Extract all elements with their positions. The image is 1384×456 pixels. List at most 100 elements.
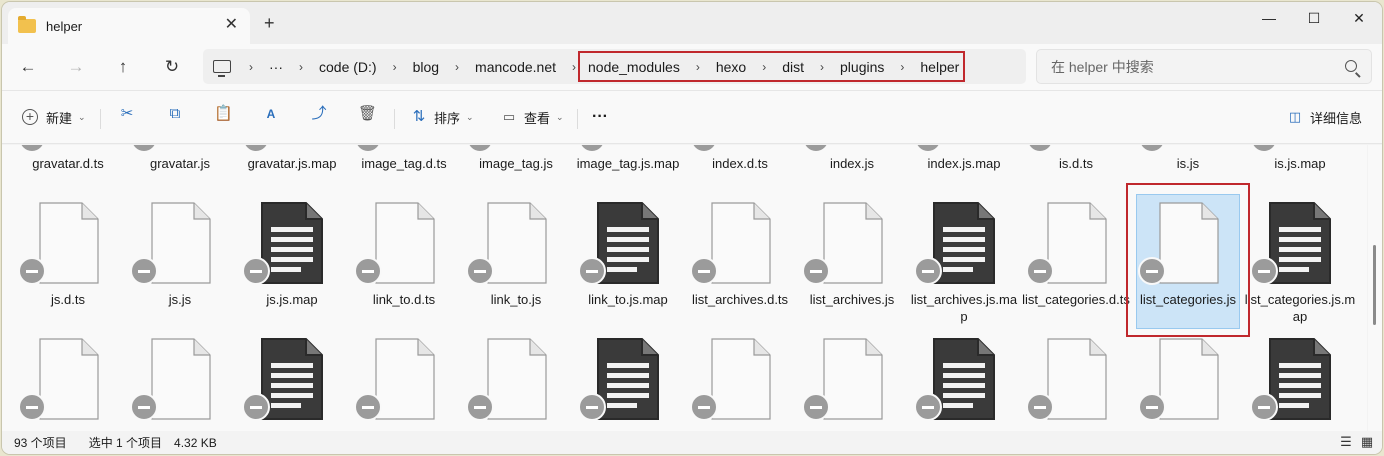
file-item[interactable] bbox=[908, 331, 1020, 431]
forward-button[interactable]: → bbox=[64, 55, 88, 79]
new-button[interactable]: + 新建 ⌄ bbox=[22, 105, 86, 129]
file-item[interactable] bbox=[1020, 331, 1132, 431]
chevron-right-icon[interactable]: › bbox=[455, 60, 459, 74]
tab-helper[interactable]: helper ✕ bbox=[8, 8, 250, 44]
file-item[interactable]: index.js.map bbox=[908, 145, 1020, 193]
refresh-button[interactable]: ↻ bbox=[160, 55, 184, 79]
details-view-icon[interactable]: ☰ bbox=[1338, 434, 1354, 450]
file-item[interactable] bbox=[460, 331, 572, 431]
back-button[interactable]: ← bbox=[16, 55, 40, 79]
file-item[interactable]: list_archives.d.ts bbox=[684, 195, 796, 335]
vertical-scrollbar[interactable] bbox=[1368, 145, 1382, 431]
close-tab-icon[interactable]: ✕ bbox=[225, 17, 238, 33]
breadcrumb-ellipsis[interactable]: ··· bbox=[269, 59, 283, 75]
sort-label: 排序 bbox=[434, 110, 461, 126]
unsynced-badge-icon bbox=[466, 257, 494, 285]
file-item[interactable]: image_tag.d.ts bbox=[348, 145, 460, 193]
file-name: link_to.js.map bbox=[588, 292, 668, 307]
unsynced-badge-icon bbox=[18, 257, 46, 285]
sort-button[interactable]: ⇅ 排序 ⌄ bbox=[410, 105, 474, 129]
file-item[interactable]: gravatar.js.map bbox=[236, 145, 348, 193]
breadcrumb-item[interactable]: helper bbox=[920, 59, 959, 75]
details-pane-button[interactable]: ◫ 详细信息 bbox=[1286, 105, 1362, 129]
file-item[interactable]: index.js bbox=[796, 145, 908, 193]
breadcrumb-item[interactable]: hexo bbox=[716, 59, 746, 75]
chevron-down-icon: ⌄ bbox=[556, 111, 564, 122]
file-item[interactable]: gravatar.js bbox=[124, 145, 236, 193]
file-item[interactable] bbox=[124, 331, 236, 431]
file-item[interactable]: js.js.map bbox=[236, 195, 348, 335]
up-button[interactable]: ↑ bbox=[111, 55, 135, 79]
file-item[interactable]: list_archives.js.map bbox=[908, 195, 1020, 335]
file-item[interactable]: list_categories.d.ts bbox=[1020, 195, 1132, 335]
file-item[interactable] bbox=[1132, 331, 1244, 431]
view-button[interactable]: ▭ 查看 ⌄ bbox=[500, 105, 564, 129]
search-icon[interactable] bbox=[1345, 60, 1357, 72]
chevron-right-icon[interactable]: › bbox=[299, 60, 303, 74]
cut-icon[interactable]: ✂ bbox=[118, 105, 136, 123]
rename-icon[interactable]: A bbox=[262, 105, 280, 123]
file-item[interactable]: index.d.ts bbox=[684, 145, 796, 193]
tiles-view-icon[interactable]: ▦ bbox=[1359, 434, 1375, 450]
address-bar[interactable]: › ··· › code (D:) › blog › mancode.net ›… bbox=[203, 49, 1026, 84]
new-tab-button[interactable]: + bbox=[264, 14, 275, 32]
file-item[interactable] bbox=[236, 331, 348, 431]
file-item[interactable]: image_tag.js bbox=[460, 145, 572, 193]
chevron-right-icon[interactable]: › bbox=[762, 60, 766, 74]
chevron-right-icon[interactable]: › bbox=[249, 60, 253, 74]
breadcrumb-item[interactable]: mancode.net bbox=[475, 59, 556, 75]
unsynced-badge-icon bbox=[914, 393, 942, 421]
file-item[interactable]: js.js bbox=[124, 195, 236, 335]
unsynced-badge-icon bbox=[1026, 145, 1054, 153]
breadcrumb-item[interactable]: plugins bbox=[840, 59, 884, 75]
file-item[interactable]: link_to.d.ts bbox=[348, 195, 460, 335]
unsynced-badge-icon bbox=[18, 393, 46, 421]
this-pc-icon[interactable] bbox=[213, 60, 231, 77]
close-window-button[interactable]: ✕ bbox=[1339, 8, 1379, 28]
file-item[interactable] bbox=[348, 331, 460, 431]
unsynced-badge-icon bbox=[242, 257, 270, 285]
more-options-button[interactable]: ··· bbox=[592, 105, 608, 129]
file-name: list_archives.d.ts bbox=[691, 292, 789, 307]
search-input[interactable]: 在 helper 中搜索 bbox=[1036, 49, 1372, 84]
search-placeholder: 在 helper 中搜索 bbox=[1051, 58, 1154, 75]
details-pane-icon: ◫ bbox=[1288, 109, 1302, 124]
file-item[interactable]: gravatar.d.ts bbox=[12, 145, 124, 193]
file-name: list_archives.js bbox=[809, 292, 895, 307]
file-item[interactable] bbox=[796, 331, 908, 431]
file-item[interactable] bbox=[572, 331, 684, 431]
file-item[interactable] bbox=[12, 331, 124, 431]
breadcrumb-item[interactable]: node_modules bbox=[588, 59, 680, 75]
file-item[interactable]: link_to.js.map bbox=[572, 195, 684, 335]
file-item[interactable]: list_categories.js.map bbox=[1244, 195, 1356, 335]
file-item[interactable]: js.d.ts bbox=[12, 195, 124, 335]
chevron-right-icon[interactable]: › bbox=[393, 60, 397, 74]
delete-icon[interactable]: 🗑 bbox=[358, 105, 377, 123]
file-item[interactable]: image_tag.js.map bbox=[572, 145, 684, 193]
chevron-right-icon[interactable]: › bbox=[900, 60, 904, 74]
breadcrumb-item[interactable]: dist bbox=[782, 59, 804, 75]
file-item[interactable] bbox=[684, 331, 796, 431]
file-item[interactable]: link_to.js bbox=[460, 195, 572, 335]
file-item[interactable]: list_archives.js bbox=[796, 195, 908, 335]
file-name: is.js.map bbox=[1274, 156, 1326, 171]
share-icon[interactable]: ⤴ bbox=[310, 105, 328, 123]
file-item[interactable]: is.js.map bbox=[1244, 145, 1356, 193]
file-view[interactable]: gravatar.d.ts gravatar.js gravatar.js.map i… bbox=[2, 145, 1367, 431]
maximize-button[interactable]: ☐ bbox=[1294, 8, 1334, 28]
breadcrumb-item[interactable]: blog bbox=[413, 59, 439, 75]
file-name: list_archives.js.map bbox=[910, 292, 1018, 324]
minimize-button[interactable]: — bbox=[1249, 8, 1289, 28]
chevron-right-icon[interactable]: › bbox=[820, 60, 824, 74]
unsynced-badge-icon bbox=[1250, 393, 1278, 421]
unsynced-badge-icon bbox=[466, 145, 494, 153]
breadcrumb-item[interactable]: code (D:) bbox=[319, 59, 377, 75]
paste-icon[interactable]: 📋 bbox=[214, 105, 233, 123]
file-item[interactable]: is.d.ts bbox=[1020, 145, 1132, 193]
file-item[interactable] bbox=[1244, 331, 1356, 431]
copy-icon[interactable]: ⧉ bbox=[166, 105, 184, 123]
chevron-right-icon[interactable]: › bbox=[696, 60, 700, 74]
unsynced-badge-icon bbox=[578, 145, 606, 153]
chevron-right-icon[interactable]: › bbox=[572, 60, 576, 74]
scrollbar-thumb[interactable] bbox=[1373, 245, 1376, 325]
